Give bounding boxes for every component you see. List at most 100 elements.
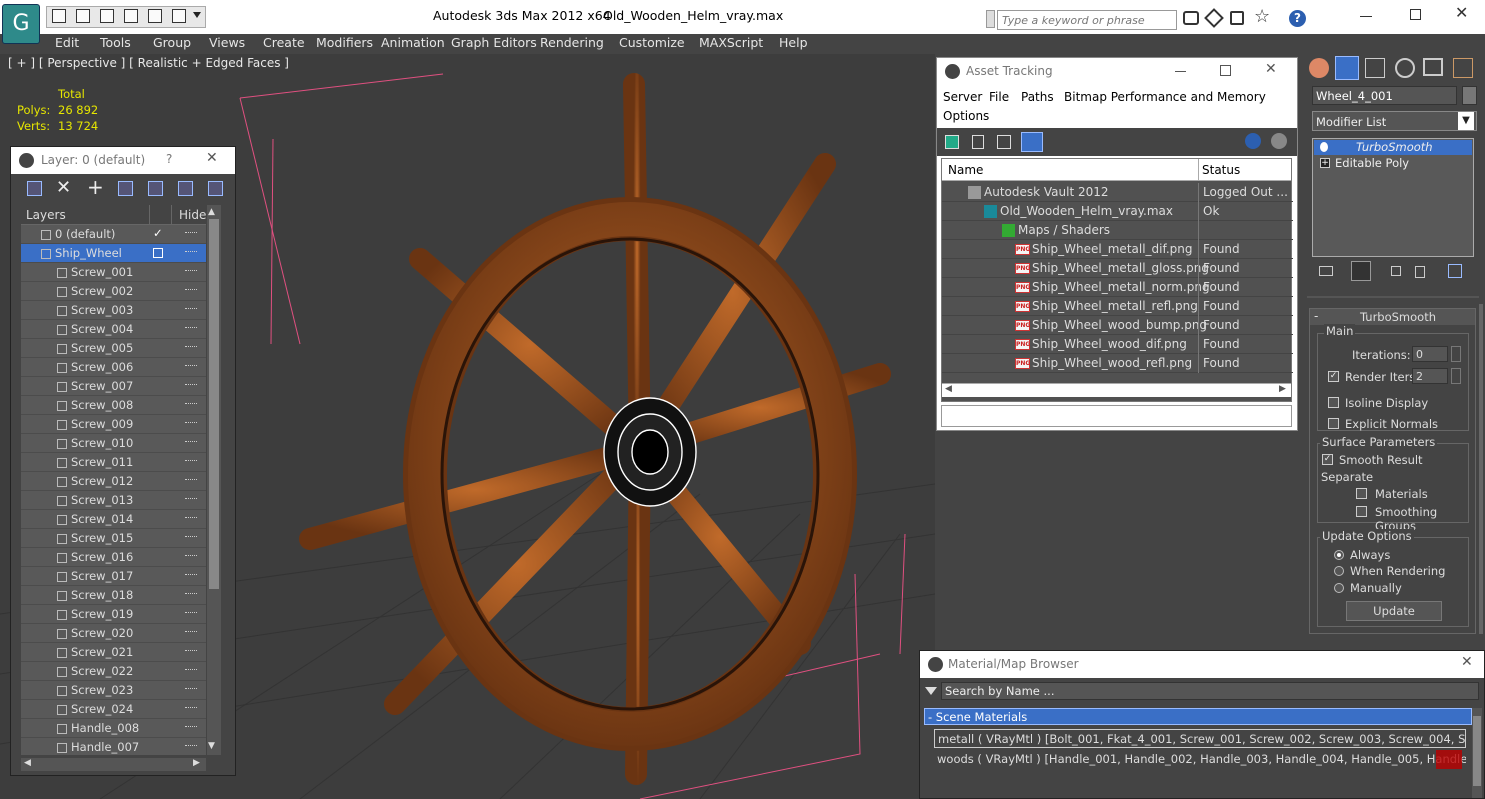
display-tab-icon[interactable] [1423, 58, 1443, 76]
hide-toggle[interactable] [185, 289, 197, 292]
layer-object-row[interactable]: Screw_014 [21, 510, 206, 529]
scroll-left-icon[interactable]: ◀ [24, 758, 31, 768]
list-view-icon[interactable] [972, 135, 984, 149]
layer-object-row[interactable]: Screw_003 [21, 301, 206, 320]
layer-object-row[interactable]: Handle_007 [21, 738, 206, 755]
close-button[interactable]: ✕ [1455, 3, 1468, 22]
configure-sets-icon[interactable] [1448, 264, 1462, 278]
mat-vscrollbar[interactable] [1472, 708, 1482, 798]
scroll-down-icon[interactable]: ▼ [208, 741, 215, 751]
hide-toggle[interactable] [185, 498, 197, 501]
hide-toggle[interactable] [185, 232, 197, 235]
asset-row[interactable]: PNG Ship_Wheel_metall_norm.png Found [942, 278, 1293, 297]
hide-toggle[interactable] [185, 346, 197, 349]
col-name[interactable]: Name [948, 163, 983, 177]
layer-object-row[interactable]: Screw_015 [21, 529, 206, 548]
layer-close-button[interactable]: ✕ [206, 150, 218, 166]
layer-help-button[interactable]: ? [166, 152, 172, 166]
layer-object-row[interactable]: Screw_001 [21, 263, 206, 282]
asset-row[interactable]: Maps / Shaders [942, 221, 1293, 240]
refresh-icon[interactable] [945, 135, 959, 149]
layer-hscrollbar[interactable]: ◀ ▶ [21, 758, 206, 771]
menu-group[interactable]: Group [153, 35, 191, 50]
smooth-result-checkbox[interactable]: ✓ [1322, 454, 1333, 465]
hide-toggle[interactable] [185, 517, 197, 520]
new-icon[interactable] [100, 9, 114, 23]
layer-object-row[interactable]: Screw_011 [21, 453, 206, 472]
hide-toggle[interactable] [185, 422, 197, 425]
layer-object-row[interactable]: Screw_004 [21, 320, 206, 339]
manually-radio[interactable] [1334, 583, 1344, 593]
binoculars-icon[interactable] [1183, 11, 1199, 25]
layer-list[interactable]: 0 (default) ✓ Ship_Wheel Screw_001 Screw_002… [21, 225, 206, 755]
mat-search-input[interactable]: Search by Name ... [941, 682, 1479, 700]
hide-toggle[interactable] [185, 403, 197, 406]
scroll-up-icon[interactable]: ▲ [208, 207, 215, 217]
utilities-tab-icon[interactable] [1453, 58, 1473, 78]
asset-path-field[interactable] [941, 405, 1292, 427]
scroll-right-icon[interactable]: ▶ [193, 758, 200, 768]
app-logo-icon[interactable]: G [2, 4, 40, 44]
explicit-normals-checkbox[interactable] [1328, 418, 1339, 429]
hide-toggle[interactable] [185, 308, 197, 311]
asset-row[interactable]: Autodesk Vault 2012 Logged Out ... [942, 183, 1293, 202]
update-button[interactable]: Update [1346, 601, 1442, 621]
hide-toggle[interactable] [185, 251, 197, 254]
layer-object-row[interactable]: Screw_002 [21, 282, 206, 301]
menu-views[interactable]: Views [209, 35, 245, 50]
rollout-header[interactable]: - TurboSmooth [1310, 309, 1475, 325]
render-iters-checkbox[interactable]: ✓ [1328, 371, 1339, 382]
layer-object-row[interactable]: Screw_007 [21, 377, 206, 396]
hide-toggle[interactable] [185, 555, 197, 558]
hide-toggle[interactable] [185, 593, 197, 596]
modify-tab-icon[interactable] [1335, 56, 1359, 80]
command-scrollbar[interactable] [1479, 304, 1483, 634]
render-spinner-arrows[interactable] [1451, 368, 1461, 384]
make-unique-icon[interactable] [1391, 266, 1401, 276]
select-in-layer-icon[interactable] [118, 181, 133, 196]
hierarchy-tab-icon[interactable] [1365, 58, 1385, 78]
layer-object-row[interactable]: Screw_006 [21, 358, 206, 377]
layer-object-row[interactable]: Screw_019 [21, 605, 206, 624]
lightbulb-icon[interactable] [1320, 142, 1328, 152]
save-icon[interactable] [76, 9, 90, 23]
asset-context-help-icon[interactable] [1271, 133, 1287, 149]
layer-object-row[interactable]: Screw_016 [21, 548, 206, 567]
menu-rendering[interactable]: Rendering [540, 35, 604, 50]
menu-customize[interactable]: Customize [619, 35, 685, 50]
hide-toggle[interactable] [185, 441, 197, 444]
menu-create[interactable]: Create [263, 35, 305, 50]
detail-view-icon[interactable] [997, 135, 1011, 149]
search-input[interactable]: Type a keyword or phrase [997, 10, 1177, 30]
layer-row-ship-wheel[interactable]: Ship_Wheel [21, 244, 206, 263]
layer-object-row[interactable]: Screw_008 [21, 396, 206, 415]
highlight-layer-icon[interactable] [148, 181, 163, 196]
undo-icon[interactable] [148, 9, 162, 23]
iterations-spinner[interactable]: 0 [1412, 346, 1448, 362]
hide-toggle[interactable] [185, 745, 197, 748]
asset-scroll-right-icon[interactable]: ▶ [1279, 384, 1286, 394]
layer-object-row[interactable]: Screw_013 [21, 491, 206, 510]
hide-toggle[interactable] [185, 270, 197, 273]
object-name-field[interactable]: Wheel_4_001 [1312, 86, 1457, 105]
col-layers[interactable]: Layers [26, 208, 66, 222]
layer-vscrollbar[interactable]: ▲ ▼ [207, 205, 221, 755]
create-layer-icon[interactable] [27, 181, 42, 196]
table-view-icon[interactable] [1021, 132, 1043, 152]
hide-toggle[interactable] [185, 479, 197, 482]
hide-toggle[interactable] [185, 726, 197, 729]
asset-row[interactable]: PNG Ship_Wheel_metall_gloss.png Found [942, 259, 1293, 278]
subscription-icon[interactable] [1204, 8, 1224, 28]
asset-menu-options[interactable]: Options [943, 109, 989, 123]
help-icon[interactable]: ? [1289, 10, 1306, 27]
layer-object-row[interactable]: Screw_021 [21, 643, 206, 662]
add-to-layer-icon[interactable]: + [87, 175, 104, 199]
stack-item-turbosmooth[interactable]: TurboSmooth [1314, 140, 1472, 155]
col-status[interactable]: Status [1202, 163, 1240, 177]
hide-toggle[interactable] [185, 574, 197, 577]
asset-row[interactable]: PNG Ship_Wheel_wood_bump.png Found [942, 316, 1293, 335]
spinner-arrows[interactable] [1451, 346, 1461, 362]
layer-object-row[interactable]: Screw_012 [21, 472, 206, 491]
material-row-metall[interactable]: metall ( VRayMtl ) [Bolt_001, Fkat_4_001… [934, 729, 1466, 748]
modifier-stack[interactable]: TurboSmooth + Editable Poly [1312, 138, 1474, 257]
